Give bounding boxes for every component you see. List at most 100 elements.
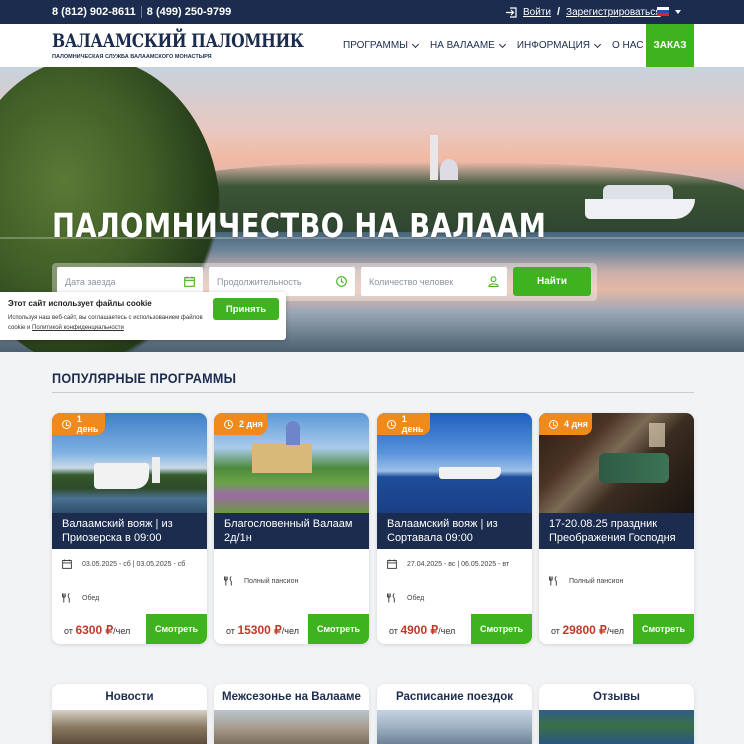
chevron-down-icon <box>593 40 602 48</box>
price-suffix: /чел <box>438 626 456 636</box>
nav-item-information[interactable]: ИНФОРМАЦИЯ <box>516 40 602 51</box>
hero-title: ПАЛОМНИЧЕСТВО НА ВАЛААМ <box>52 206 547 245</box>
card-price: от 29800 ₽/чел <box>551 623 624 637</box>
duration-badge: 2 дня <box>214 413 267 435</box>
main-nav: ПРОГРАММЫ НА ВАЛААМЕ ИНФОРМАЦИЯ О НАС <box>343 24 665 67</box>
card-meal-text: Обед <box>407 594 425 602</box>
card-meal: Обед <box>62 593 99 603</box>
top-bar: 8 (812) 902-8611 8 (499) 250-9799 Войти … <box>0 0 744 24</box>
flag-ru-icon[interactable] <box>657 7 669 16</box>
order-button[interactable]: ЗАКАЗ <box>646 24 694 67</box>
language-caret-icon[interactable] <box>675 10 681 14</box>
price-value: 29800 ₽ <box>562 623 607 637</box>
clock-icon <box>224 419 233 429</box>
duration-badge: 1 день <box>52 413 105 435</box>
card-title: Валаамский вояж | из Сортавала 09:00 <box>377 513 532 549</box>
price-value: 6300 ₽ <box>75 623 114 637</box>
phone-numbers: 8 (812) 902-8611 8 (499) 250-9799 <box>52 6 231 18</box>
card-price: от 4900 ₽/чел <box>389 623 455 637</box>
tile-news[interactable]: Новости <box>52 684 207 744</box>
card-dates-text: 03.05.2025 - сб | 03.05.2025 - сб <box>82 560 186 568</box>
privacy-policy-link[interactable]: Политикой конфиденциальности <box>32 325 124 331</box>
clock-icon <box>62 419 71 429</box>
card-title: 17-20.08.25 праздник Преображения Господ… <box>539 513 694 549</box>
tile-label: Расписание поездок <box>395 691 514 703</box>
cutlery-icon <box>62 593 70 603</box>
cookie-text: Используя наш веб-сайт, вы соглашаетесь … <box>8 313 208 333</box>
card-title: Валаамский вояж | из Приозерска в 09:00 <box>52 513 207 549</box>
card-price: от 6300 ₽/чел <box>64 623 130 637</box>
register-link[interactable]: Зарегистрироваться <box>566 7 661 18</box>
site-header: ВАЛААМСКИЙ ПАЛОМНИК ПАЛОМНИЧЕСКАЯ СЛУЖБА… <box>0 24 744 67</box>
tile-label: Отзывы <box>592 691 640 703</box>
card-meal-text: Полный пансион <box>569 577 624 585</box>
badge-label: 2 дня <box>239 419 263 429</box>
duration-badge: 4 дня <box>539 413 592 435</box>
login-link[interactable]: Войти <box>523 7 551 18</box>
phone-link-2[interactable]: 8 (499) 250-9799 <box>147 6 231 18</box>
price-suffix: /чел <box>606 626 624 636</box>
view-button[interactable]: Смотреть <box>146 614 207 644</box>
card-meal: Обед <box>387 593 424 603</box>
view-button[interactable]: Смотреть <box>308 614 369 644</box>
tile-schedule[interactable]: Расписание поездок <box>377 684 532 744</box>
tile-label: Новости <box>105 691 154 703</box>
site-logo[interactable]: ВАЛААМСКИЙ ПАЛОМНИК ПАЛОМНИЧЕСКАЯ СЛУЖБА… <box>52 30 359 60</box>
tile-label: Межсезонье на Валааме <box>222 691 361 703</box>
price-prefix: от <box>64 626 73 636</box>
phone-divider <box>140 6 142 18</box>
badge-label: 1 день <box>76 414 99 434</box>
view-button[interactable]: Смотреть <box>471 614 532 644</box>
card-meal: Полный пансион <box>224 576 298 586</box>
logo-subtitle: ПАЛОМНИЧЕСКАЯ СЛУЖБА ВАЛААМСКОГО МОНАСТЫ… <box>52 54 212 60</box>
user-icon <box>488 276 499 287</box>
price-value: 4900 ₽ <box>400 623 439 637</box>
program-card[interactable]: 4 дня 17-20.08.25 праздник Преображения … <box>539 413 694 644</box>
section-divider <box>52 392 694 393</box>
tile-image <box>377 710 532 744</box>
auth-links: Войти / Зарегистрироваться <box>505 6 661 18</box>
cookie-title: Этот сайт использует файлы cookie <box>8 299 152 308</box>
program-card[interactable]: 1 день Валаамский вояж | из Приозерска в… <box>52 413 207 644</box>
duration-placeholder: Продолжительность <box>217 276 302 287</box>
card-dates-text: 27.04.2025 - вс | 06.05.2025 - вт <box>407 560 510 568</box>
price-prefix: от <box>551 626 560 636</box>
program-card[interactable]: 1 день Валаамский вояж | из Сортавала 09… <box>377 413 532 644</box>
view-button[interactable]: Смотреть <box>633 614 694 644</box>
price-suffix: /чел <box>113 626 131 636</box>
nav-label: ПРОГРАММЫ <box>343 40 409 51</box>
logo-title: ВАЛААМСКИЙ ПАЛОМНИК <box>52 30 304 52</box>
nav-label: О НАС <box>611 40 644 51</box>
clock-icon <box>549 419 558 429</box>
cookie-accept-button[interactable]: Принять <box>213 298 279 320</box>
tile-image <box>539 710 694 744</box>
calendar-icon <box>184 276 195 287</box>
clock-icon <box>336 276 347 287</box>
cutlery-icon <box>387 593 395 603</box>
search-button[interactable]: Найти <box>513 267 591 296</box>
tile-reviews[interactable]: Отзывы <box>539 684 694 744</box>
login-icon <box>506 6 517 18</box>
tile-image <box>52 710 207 744</box>
nav-label: НА ВАЛААМЕ <box>430 40 495 51</box>
cookie-banner: Этот сайт использует файлы cookie Исполь… <box>0 292 286 340</box>
chevron-down-icon <box>411 40 420 48</box>
badge-label: 4 дня <box>564 419 588 429</box>
program-card[interactable]: 2 дня Благословенный Валаам 2д/1н Полный… <box>214 413 369 644</box>
badge-label: 1 день <box>401 414 424 434</box>
cutlery-icon <box>549 576 557 586</box>
auth-separator: / <box>556 6 561 18</box>
nav-label: ИНФОРМАЦИЯ <box>516 40 590 51</box>
nav-item-programs[interactable]: ПРОГРАММЫ <box>343 40 420 51</box>
card-price: от 15300 ₽/чел <box>226 623 299 637</box>
phone-link-1[interactable]: 8 (812) 902-8611 <box>52 6 136 18</box>
tile-off-season[interactable]: Межсезонье на Валааме <box>214 684 369 744</box>
people-field[interactable]: Количество человек <box>361 267 507 296</box>
price-value: 15300 ₽ <box>237 623 282 637</box>
card-dates: 03.05.2025 - сб | 03.05.2025 - сб <box>62 559 185 569</box>
section-title: ПОПУЛЯРНЫЕ ПРОГРАММЫ <box>52 370 237 386</box>
tile-image <box>214 710 369 744</box>
nav-item-on-valaam[interactable]: НА ВАЛААМЕ <box>430 40 506 51</box>
card-meal-text: Полный пансион <box>244 577 299 585</box>
hero-ship <box>585 177 695 222</box>
